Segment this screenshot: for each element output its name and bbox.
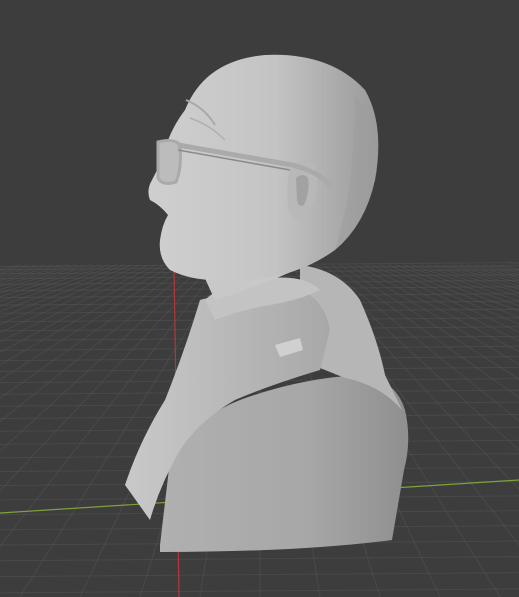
grid-line: [419, 264, 519, 298]
grid-line: [395, 264, 519, 312]
grid-line: [499, 264, 519, 270]
grid-line: [435, 264, 519, 290]
grid-line: [403, 264, 519, 307]
glasses-lens: [156, 139, 182, 185]
grid-line: [467, 264, 519, 279]
bust-head: [148, 54, 379, 282]
viewport-canvas[interactable]: [0, 0, 519, 597]
grid-line: [427, 264, 519, 294]
grid-line: [451, 264, 519, 284]
3d-viewport[interactable]: [0, 0, 519, 597]
